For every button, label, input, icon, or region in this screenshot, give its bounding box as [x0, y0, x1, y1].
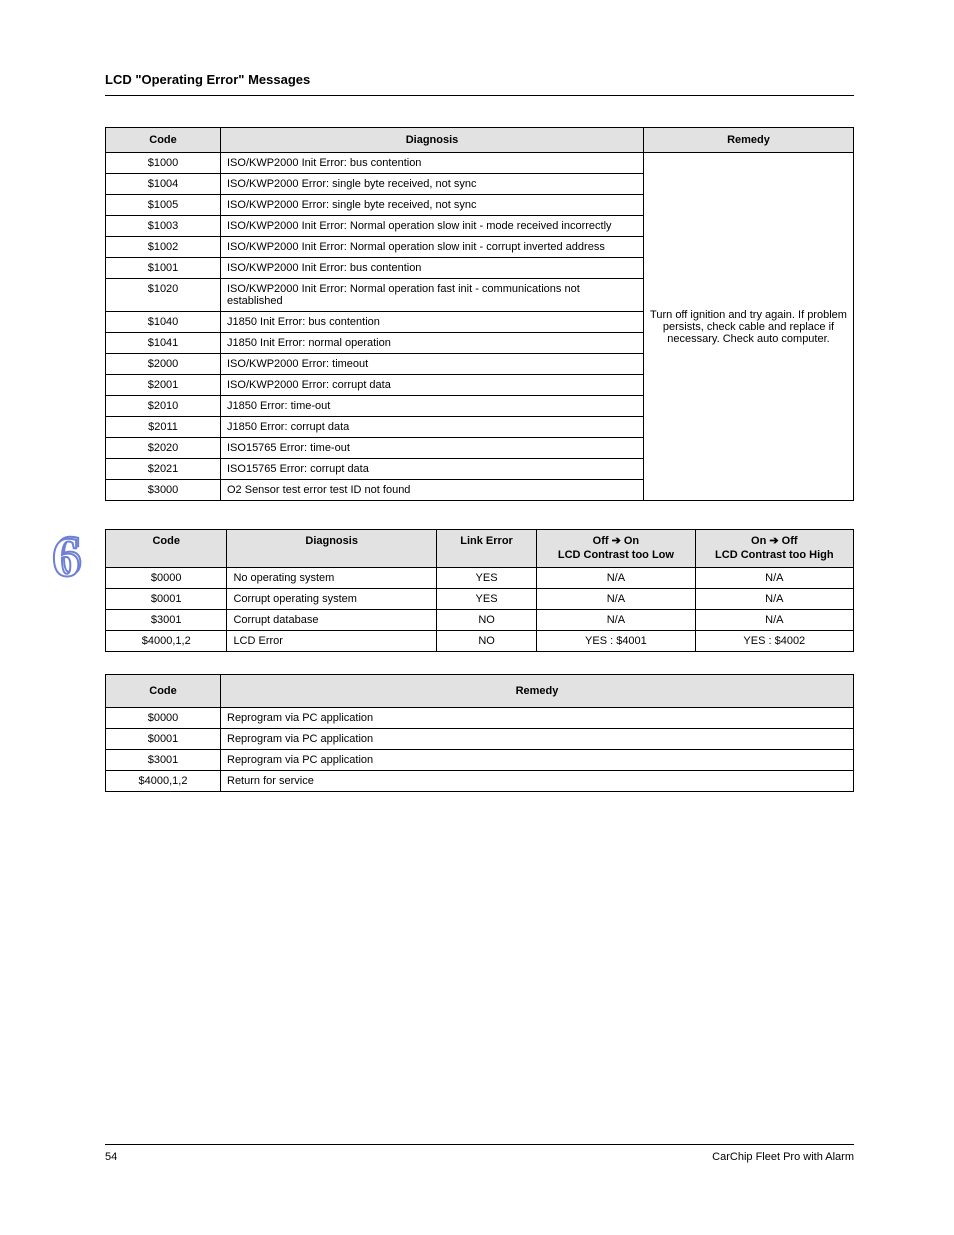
section-title: LCD "Operating Error" Messages — [105, 72, 310, 87]
cell-link: NO — [436, 609, 536, 630]
cell-diagnosis: J1850 Error: time-out — [221, 396, 644, 417]
table-row: $0001Reprogram via PC application — [106, 728, 854, 749]
cell-lcd-off: N/A — [537, 609, 695, 630]
cell-lcd-on: N/A — [695, 588, 853, 609]
cell-remedy: Turn off ignition and try again. If prob… — [644, 153, 854, 501]
cell-code: $2020 — [106, 438, 221, 459]
cell-code: $2021 — [106, 459, 221, 480]
cell-lcd-off: N/A — [537, 567, 695, 588]
cell-code: $0000 — [106, 567, 227, 588]
cell-code: $4000,1,2 — [106, 770, 221, 791]
cell-lcd-on: YES : $4002 — [695, 630, 853, 651]
cell-diagnosis: ISO/KWP2000 Error: single byte received,… — [221, 174, 644, 195]
cell-code: $1040 — [106, 312, 221, 333]
cell-code: $1001 — [106, 258, 221, 279]
cell-remedy: Reprogram via PC application — [221, 749, 854, 770]
th-remedy: Remedy — [644, 128, 854, 153]
cell-diagnosis: ISO/KWP2000 Error: timeout — [221, 354, 644, 375]
th-diagnosis: Diagnosis — [221, 128, 644, 153]
th-code: Code — [106, 530, 227, 568]
cell-code: $1002 — [106, 237, 221, 258]
cell-diagnosis: ISO/KWP2000 Init Error: Normal operation… — [221, 216, 644, 237]
cell-code: $1000 — [106, 153, 221, 174]
cell-remedy: Reprogram via PC application — [221, 707, 854, 728]
table-row: $3001Reprogram via PC application — [106, 749, 854, 770]
svg-text:6: 6 — [52, 527, 80, 589]
cell-code: $3001 — [106, 609, 227, 630]
cell-diagnosis: ISO/KWP2000 Init Error: bus contention — [221, 258, 644, 279]
cell-code: $0001 — [106, 588, 227, 609]
cell-diagnosis: LCD Error — [227, 630, 436, 651]
th-lcd-high-line1: On ➔ Off — [751, 535, 798, 547]
cell-code: $3001 — [106, 749, 221, 770]
cell-diagnosis: ISO15765 Error: corrupt data — [221, 459, 644, 480]
cell-diagnosis: ISO/KWP2000 Init Error: Normal operation… — [221, 279, 644, 312]
cell-diagnosis: J1850 Error: corrupt data — [221, 417, 644, 438]
cell-code: $2001 — [106, 375, 221, 396]
th-diagnosis: Diagnosis — [227, 530, 436, 568]
cell-diagnosis: Corrupt operating system — [227, 588, 436, 609]
page-number: 54 — [105, 1151, 117, 1163]
table-header-row: Code Remedy — [106, 674, 854, 707]
chapter-badge: 6 6 — [50, 520, 94, 592]
error-codes-table-3: Code Remedy $0000Reprogram via PC applic… — [105, 674, 854, 792]
th-lcd-low: Off ➔ On LCD Contrast too Low — [537, 530, 695, 568]
th-lcd-high-line2: LCD Contrast too High — [715, 549, 834, 561]
cell-diagnosis: ISO/KWP2000 Init Error: Normal operation… — [221, 237, 644, 258]
th-code: Code — [106, 128, 221, 153]
cell-diagnosis: No operating system — [227, 567, 436, 588]
header-rule — [105, 95, 854, 96]
cell-diagnosis: J1850 Init Error: normal operation — [221, 333, 644, 354]
cell-diagnosis: ISO15765 Error: time-out — [221, 438, 644, 459]
cell-lcd-off: N/A — [537, 588, 695, 609]
cell-code: $2010 — [106, 396, 221, 417]
cell-diagnosis: ISO/KWP2000 Error: single byte received,… — [221, 195, 644, 216]
cell-code: $0000 — [106, 707, 221, 728]
table-row: $0001Corrupt operating systemYESN/AN/A — [106, 588, 854, 609]
th-lcd-low-line2: LCD Contrast too Low — [558, 549, 674, 561]
table-row: $4000,1,2LCD ErrorNOYES : $4001YES : $40… — [106, 630, 854, 651]
cell-diagnosis: ISO/KWP2000 Error: corrupt data — [221, 375, 644, 396]
th-link-error: Link Error — [436, 530, 536, 568]
th-remedy: Remedy — [221, 674, 854, 707]
doc-title: CarChip Fleet Pro with Alarm — [712, 1151, 854, 1163]
cell-diagnosis: O2 Sensor test error test ID not found — [221, 480, 644, 501]
table-row: $4000,1,2Return for service — [106, 770, 854, 791]
cell-diagnosis: J1850 Init Error: bus contention — [221, 312, 644, 333]
cell-link: NO — [436, 630, 536, 651]
cell-lcd-on: N/A — [695, 567, 853, 588]
table-header-row: Code Diagnosis Remedy — [106, 128, 854, 153]
table-row: $0000No operating systemYESN/AN/A — [106, 567, 854, 588]
cell-code: $0001 — [106, 728, 221, 749]
cell-lcd-off: YES : $4001 — [537, 630, 695, 651]
cell-code: $1005 — [106, 195, 221, 216]
cell-code: $2011 — [106, 417, 221, 438]
cell-code: $1020 — [106, 279, 221, 312]
table-header-row: Code Diagnosis Link Error Off ➔ On LCD C… — [106, 530, 854, 568]
th-lcd-low-line1: Off ➔ On — [593, 535, 640, 547]
cell-link: YES — [436, 567, 536, 588]
th-lcd-high: On ➔ Off LCD Contrast too High — [695, 530, 853, 568]
cell-code: $4000,1,2 — [106, 630, 227, 651]
cell-code: $1003 — [106, 216, 221, 237]
cell-diagnosis: Corrupt database — [227, 609, 436, 630]
cell-remedy: Return for service — [221, 770, 854, 791]
cell-code: $1041 — [106, 333, 221, 354]
table-row: $3001Corrupt databaseNON/AN/A — [106, 609, 854, 630]
error-codes-table-1: Code Diagnosis Remedy $1000ISO/KWP2000 I… — [105, 127, 854, 501]
page-footer: 54 CarChip Fleet Pro with Alarm — [105, 1144, 854, 1163]
table-row: $1000ISO/KWP2000 Init Error: bus content… — [106, 153, 854, 174]
cell-link: YES — [436, 588, 536, 609]
table-row: $0000Reprogram via PC application — [106, 707, 854, 728]
error-codes-table-2: Code Diagnosis Link Error Off ➔ On LCD C… — [105, 529, 854, 652]
cell-code: $2000 — [106, 354, 221, 375]
cell-remedy: Reprogram via PC application — [221, 728, 854, 749]
th-code: Code — [106, 674, 221, 707]
cell-code: $1004 — [106, 174, 221, 195]
cell-diagnosis: ISO/KWP2000 Init Error: bus contention — [221, 153, 644, 174]
cell-lcd-on: N/A — [695, 609, 853, 630]
cell-code: $3000 — [106, 480, 221, 501]
